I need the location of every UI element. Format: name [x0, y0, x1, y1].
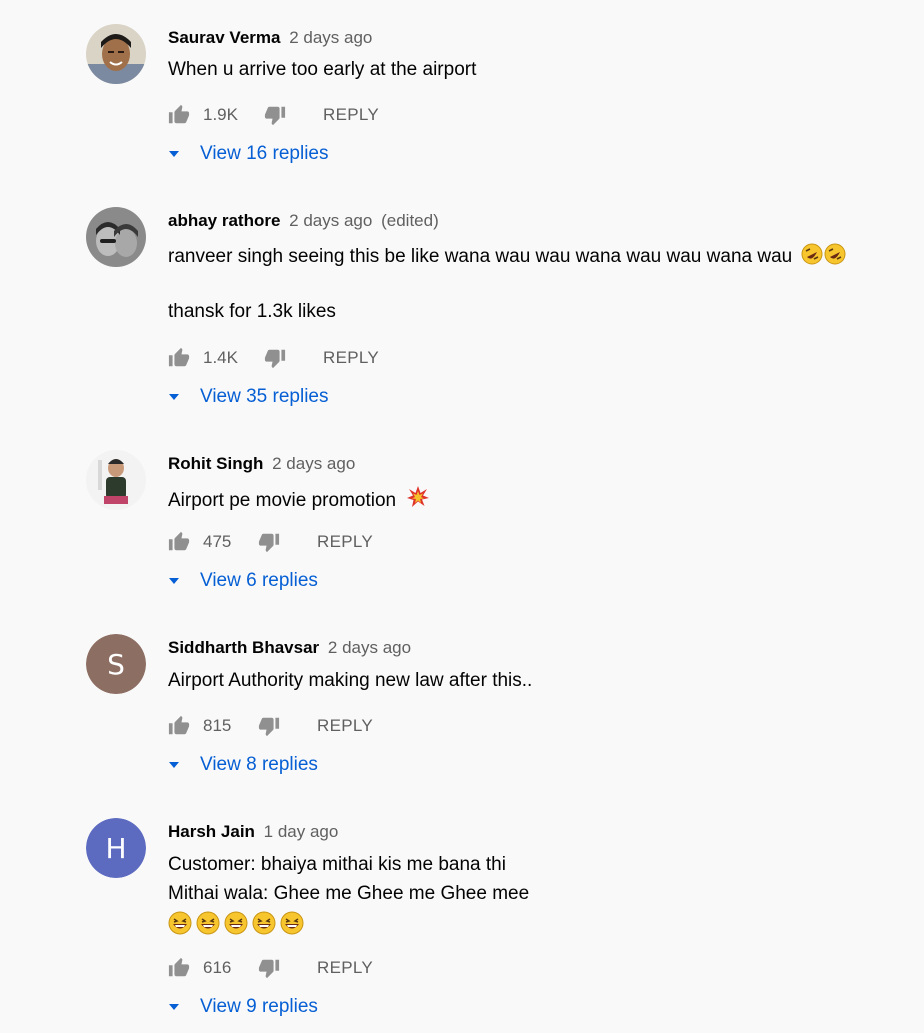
- view-replies-label: View 8 replies: [200, 754, 318, 775]
- view-replies-label: View 9 replies: [200, 996, 318, 1017]
- comment-header: Harsh Jain 1 day ago: [168, 822, 338, 842]
- comment-timestamp[interactable]: 2 days ago: [328, 638, 411, 657]
- comment-text: ranveer singh seeing this be like wana w…: [168, 243, 846, 268]
- reply-button[interactable]: REPLY: [317, 531, 373, 553]
- thumb-up-icon[interactable]: [168, 347, 190, 369]
- comment-emoji-line: [168, 911, 308, 938]
- user-photo-avatar-icon: [86, 450, 146, 510]
- thumb-down-icon[interactable]: [258, 531, 280, 553]
- comment-text-line: Airport pe movie promotion: [168, 490, 397, 511]
- comment-header: Rohit Singh 2 days ago: [168, 454, 355, 474]
- comment-text: Airport Authority making new law after t…: [168, 670, 533, 691]
- thumb-up-icon[interactable]: [168, 957, 190, 979]
- reply-button[interactable]: REPLY: [323, 104, 379, 126]
- thumb-down-icon[interactable]: [258, 715, 280, 737]
- user-photo-avatar-icon: [86, 207, 146, 267]
- avatar[interactable]: [86, 24, 146, 84]
- view-replies-button[interactable]: View 6 replies: [168, 570, 318, 592]
- grinning-squinting-emoji-icon: [224, 911, 248, 935]
- letter-avatar-icon: H: [86, 818, 146, 878]
- comment-text-line: thansk for 1.3k likes: [168, 301, 336, 322]
- view-replies-label: View 6 replies: [200, 570, 318, 591]
- view-replies-label: View 35 replies: [200, 386, 329, 407]
- comment-header: abhay rathore 2 days ago (edited): [168, 211, 439, 231]
- avatar[interactable]: [86, 207, 146, 267]
- comment-timestamp[interactable]: 1 day ago: [264, 822, 339, 841]
- like-count: 1.4K: [203, 348, 238, 367]
- author-name[interactable]: Harsh Jain: [168, 822, 255, 841]
- comment-text-line: ranveer singh seeing this be like wana w…: [168, 246, 793, 267]
- author-name[interactable]: Rohit Singh: [168, 454, 263, 473]
- avatar[interactable]: H: [86, 818, 146, 878]
- caret-down-icon: [169, 1004, 179, 1010]
- letter-avatar-icon: S: [86, 634, 146, 694]
- view-replies-button[interactable]: View 16 replies: [168, 143, 329, 165]
- comment-header: Saurav Verma 2 days ago: [168, 28, 372, 48]
- grinning-squinting-emoji-icon: [252, 911, 276, 935]
- comment-text: When u arrive too early at the airport: [168, 59, 477, 80]
- collision-emoji-icon: [407, 486, 430, 507]
- grinning-squinting-emoji-icon: [196, 911, 220, 935]
- comment-header: Siddharth Bhavsar 2 days ago: [168, 638, 411, 658]
- comment-text-line: Customer: bhaiya mithai kis me bana thi: [168, 854, 506, 875]
- view-replies-button[interactable]: View 9 replies: [168, 996, 318, 1018]
- view-replies-button[interactable]: View 35 replies: [168, 386, 329, 408]
- reply-button[interactable]: REPLY: [317, 957, 373, 979]
- thumb-down-icon[interactable]: [264, 104, 286, 126]
- avatar[interactable]: S: [86, 634, 146, 694]
- avatar-letter: S: [107, 648, 125, 681]
- grinning-squinting-emoji-icon: [168, 911, 192, 935]
- comment-text: Airport pe movie promotion: [168, 485, 430, 512]
- caret-down-icon: [169, 151, 179, 157]
- view-replies-button[interactable]: View 8 replies: [168, 754, 318, 776]
- author-name[interactable]: abhay rathore: [168, 211, 280, 230]
- avatar[interactable]: [86, 450, 146, 510]
- grinning-squinting-emoji-icon: [280, 911, 304, 935]
- author-name[interactable]: Saurav Verma: [168, 28, 280, 47]
- caret-down-icon: [169, 394, 179, 400]
- comment-text-line: Mithai wala: Ghee me Ghee me Ghee mee: [168, 883, 530, 904]
- like-count: 475: [203, 532, 232, 551]
- like-count: 1.9K: [203, 105, 238, 124]
- reply-button[interactable]: REPLY: [323, 347, 379, 369]
- thumb-up-icon[interactable]: [168, 104, 190, 126]
- comment-timestamp[interactable]: 2 days ago: [289, 211, 372, 230]
- reply-button[interactable]: REPLY: [317, 715, 373, 737]
- comment-timestamp[interactable]: 2 days ago: [272, 454, 355, 473]
- edited-label: (edited): [381, 211, 439, 230]
- caret-down-icon: [169, 762, 179, 768]
- like-count: 815: [203, 716, 232, 735]
- like-count: 616: [203, 958, 232, 977]
- comment-timestamp[interactable]: 2 days ago: [289, 28, 372, 47]
- thumb-down-icon[interactable]: [258, 957, 280, 979]
- user-photo-avatar-icon: [86, 24, 146, 84]
- author-name[interactable]: Siddharth Bhavsar: [168, 638, 319, 657]
- view-replies-label: View 16 replies: [200, 143, 329, 164]
- thumb-up-icon[interactable]: [168, 715, 190, 737]
- caret-down-icon: [169, 578, 179, 584]
- rolling-on-floor-laughing-emoji-icon: [801, 243, 822, 265]
- thumb-up-icon[interactable]: [168, 531, 190, 553]
- rolling-on-floor-laughing-emoji-icon: [824, 243, 845, 265]
- avatar-letter: H: [105, 832, 126, 865]
- thumb-down-icon[interactable]: [264, 347, 286, 369]
